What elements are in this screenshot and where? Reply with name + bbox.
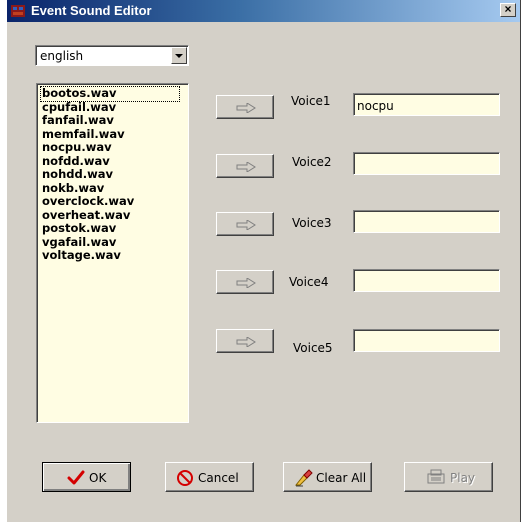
assign-voice3-button[interactable] xyxy=(216,212,274,236)
play-button[interactable]: Play xyxy=(404,462,493,492)
voice2-label: Voice2 xyxy=(292,155,332,169)
list-item[interactable]: overclock.wav xyxy=(41,194,179,209)
assign-voice2-button[interactable] xyxy=(216,154,274,178)
list-item[interactable]: fanfail.wav xyxy=(41,113,179,128)
voice3-field[interactable] xyxy=(353,210,500,233)
voice5-field[interactable] xyxy=(353,329,500,352)
no-entry-icon xyxy=(177,470,193,486)
voice1-label: Voice1 xyxy=(291,94,331,108)
language-select-value: english xyxy=(40,49,84,63)
voice5-label: Voice5 xyxy=(293,341,333,355)
play-button-label: Play xyxy=(450,471,476,485)
window-title: Event Sound Editor xyxy=(31,3,152,18)
list-item[interactable]: nofdd.wav xyxy=(41,154,179,169)
language-select[interactable]: english xyxy=(35,45,189,66)
list-item[interactable]: cpufail.wav xyxy=(41,100,179,115)
list-item[interactable]: voltage.wav xyxy=(41,248,179,263)
app-icon xyxy=(11,5,25,17)
cancel-button-label: Cancel xyxy=(198,471,239,485)
list-item[interactable]: overheat.wav xyxy=(41,208,179,223)
assign-voice1-button[interactable] xyxy=(216,95,274,119)
eraser-icon xyxy=(294,469,313,487)
right-arrow-icon xyxy=(236,278,256,288)
list-item[interactable]: nohdd.wav xyxy=(41,167,179,182)
title-bar[interactable]: Event Sound Editor × xyxy=(7,0,520,22)
list-item[interactable]: postok.wav xyxy=(41,221,179,236)
list-item[interactable]: vgafail.wav xyxy=(41,235,179,250)
voice4-field[interactable] xyxy=(353,269,500,292)
voice3-label: Voice3 xyxy=(292,216,332,230)
list-item[interactable]: memfail.wav xyxy=(41,127,179,142)
cancel-button[interactable]: Cancel xyxy=(165,462,254,492)
right-arrow-icon xyxy=(236,337,256,347)
close-icon: × xyxy=(504,2,512,16)
clear-all-button-label: Clear All xyxy=(316,471,367,485)
voice2-field[interactable] xyxy=(353,152,500,175)
assign-voice5-button[interactable] xyxy=(216,329,274,353)
sound-file-list[interactable]: bootos.wav cpufail.wav fanfail.wav memfa… xyxy=(36,83,189,423)
clear-all-button[interactable]: Clear All xyxy=(283,462,372,492)
event-sound-editor-window: Event Sound Editor × english bootos.wav … xyxy=(6,0,521,522)
assign-voice4-button[interactable] xyxy=(216,270,274,294)
play-icon xyxy=(427,469,445,484)
ok-button[interactable]: OK xyxy=(42,462,131,492)
right-arrow-icon xyxy=(236,162,256,172)
right-arrow-icon xyxy=(236,103,256,113)
chevron-down-icon[interactable] xyxy=(171,47,187,64)
list-item[interactable]: bootos.wav xyxy=(40,86,180,102)
checkmark-icon xyxy=(67,470,85,485)
voice1-field[interactable]: nocpu xyxy=(353,93,500,116)
right-arrow-icon xyxy=(236,220,256,230)
ok-button-label: OK xyxy=(89,471,107,485)
voice4-label: Voice4 xyxy=(289,275,329,289)
close-button[interactable]: × xyxy=(500,3,516,17)
list-item[interactable]: nocpu.wav xyxy=(41,140,179,155)
list-item[interactable]: nokb.wav xyxy=(41,181,179,196)
